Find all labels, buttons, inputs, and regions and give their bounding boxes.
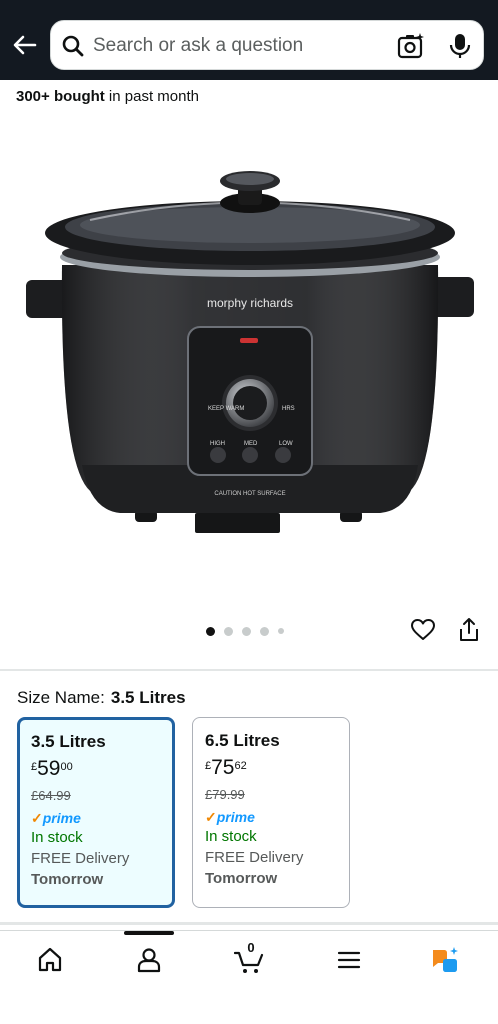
search-input[interactable] bbox=[93, 31, 383, 61]
prime-check-icon: ✓ bbox=[205, 808, 217, 825]
prime-label: prime bbox=[42, 810, 81, 826]
prime-label: prime bbox=[216, 809, 255, 825]
size-option-3-5-litres[interactable]: 3.5 Litres £59 00 £64.99 ✓ prime In stock … bbox=[17, 717, 175, 908]
option-title: 3.5 Litres bbox=[31, 732, 106, 751]
size-option-6-5-litres[interactable]: 6.5 Litres £75 62 £79.99 ✓ prime In stock … bbox=[192, 717, 350, 908]
carousel-dot[interactable] bbox=[242, 626, 251, 636]
product-image[interactable]: morphy richards KEEP WARM HRS HIGH MED L… bbox=[20, 165, 480, 545]
camera-icon[interactable] bbox=[397, 32, 425, 60]
price-whole: 59 bbox=[37, 757, 61, 780]
carousel-dot[interactable] bbox=[260, 626, 269, 636]
section-divider bbox=[0, 669, 498, 671]
delivery-date: Tomorrow bbox=[31, 871, 104, 888]
med-label: MED bbox=[244, 441, 258, 447]
price-fraction: 62 bbox=[234, 760, 247, 772]
top-bar bbox=[0, 0, 498, 80]
high-label: HIGH bbox=[210, 441, 225, 447]
heart-icon[interactable] bbox=[410, 617, 436, 643]
size-value: 3.5 Litres bbox=[110, 688, 186, 707]
prime-check-icon: ✓ bbox=[31, 809, 43, 826]
microphone-icon[interactable] bbox=[447, 32, 473, 60]
keep-warm-label: KEEP WARM bbox=[208, 406, 244, 412]
brand-label: morphy richards bbox=[207, 296, 293, 310]
carousel-indicator bbox=[206, 625, 284, 637]
carousel-dot[interactable] bbox=[224, 626, 233, 636]
option-price: £59 00 bbox=[31, 758, 161, 786]
home-icon[interactable] bbox=[35, 945, 65, 975]
menu-icon[interactable] bbox=[334, 945, 364, 975]
delivery-info: FREE Delivery bbox=[31, 850, 130, 867]
search-icon bbox=[62, 35, 84, 57]
caution-label: CAUTION HOT SURFACE bbox=[214, 491, 285, 497]
hrs-label: HRS bbox=[282, 406, 295, 412]
stock-status: In stock bbox=[31, 829, 83, 846]
search-bar[interactable] bbox=[50, 20, 484, 70]
share-icon[interactable] bbox=[457, 617, 481, 643]
prime-badge: ✓ prime bbox=[31, 809, 161, 827]
stock-status: In stock bbox=[205, 828, 257, 845]
price-fraction: 00 bbox=[60, 761, 73, 773]
carousel-dot[interactable] bbox=[206, 626, 215, 636]
option-price: £75 62 bbox=[205, 757, 337, 785]
option-title: 6.5 Litres bbox=[205, 731, 280, 750]
delivery-date: Tomorrow bbox=[205, 870, 278, 887]
purchase-count-number: 300+ bought bbox=[16, 88, 105, 105]
prime-badge: ✓ prime bbox=[205, 808, 337, 826]
rufus-icon[interactable] bbox=[430, 945, 460, 975]
size-selector-label: Size Name: 3.5 Litres bbox=[17, 688, 186, 708]
size-label: Size Name: bbox=[17, 688, 105, 707]
low-label: LOW bbox=[279, 441, 293, 447]
purchase-count-suffix: in past month bbox=[104, 88, 199, 105]
purchase-count: 300+ bought in past month bbox=[16, 88, 199, 105]
account-icon[interactable] bbox=[134, 945, 164, 975]
price-whole: 75 bbox=[211, 756, 235, 779]
cart-count-badge: 0 bbox=[247, 940, 255, 955]
delivery-info: FREE Delivery bbox=[205, 849, 304, 866]
back-arrow-icon[interactable] bbox=[10, 30, 40, 60]
was-price: £79.99 bbox=[205, 787, 245, 802]
section-divider bbox=[0, 922, 498, 925]
active-tab-indicator bbox=[124, 931, 174, 935]
carousel-dot[interactable] bbox=[278, 628, 284, 634]
was-price: £64.99 bbox=[31, 788, 71, 803]
